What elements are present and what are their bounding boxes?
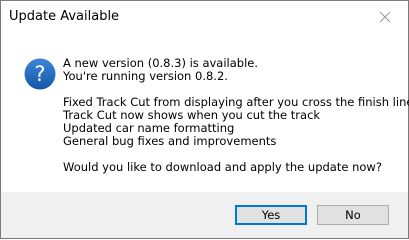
yes-button[interactable]: Yes (235, 205, 307, 225)
message-line-change-4: General bug fixes and improvements (63, 134, 277, 148)
dialog-message: A new version (0.8.3) is available. You'… (63, 57, 409, 174)
svg-text:?: ? (34, 62, 45, 86)
message-line-prompt: Would you like to download and apply the… (63, 160, 382, 174)
title-bar: Update Available (1, 1, 408, 32)
no-button[interactable]: No (317, 205, 389, 225)
message-line-current: You're running version 0.8.2. (63, 69, 228, 83)
update-dialog: Update Available ? A new version (0.8.3)… (0, 0, 409, 239)
button-bar: Yes No (1, 192, 408, 238)
close-icon (379, 11, 391, 23)
close-button[interactable] (364, 1, 408, 32)
dialog-title: Update Available (9, 9, 120, 24)
dialog-content: ? A new version (0.8.3) is available. Yo… (1, 32, 409, 192)
question-icon: ? (24, 58, 56, 90)
